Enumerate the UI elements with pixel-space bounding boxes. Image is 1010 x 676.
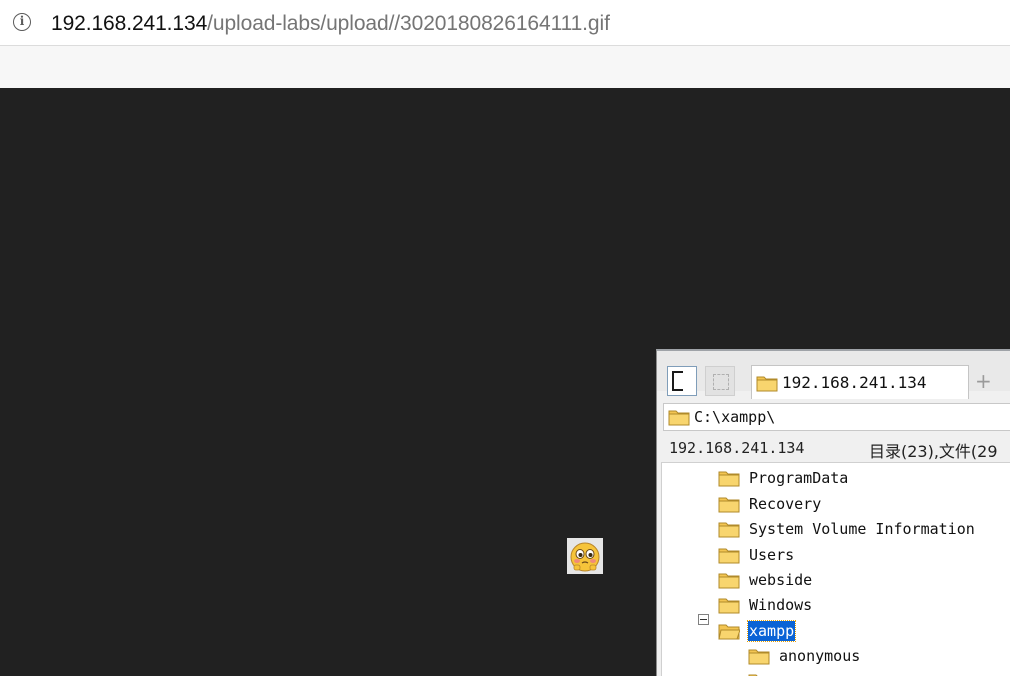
collapse-toggle-xampp[interactable] bbox=[698, 614, 709, 625]
status-counts: 目录(23),文件(29 bbox=[869, 442, 998, 461]
tree-item-programdata[interactable]: ProgramData bbox=[718, 466, 849, 490]
path-text: C:\xampp\ bbox=[694, 408, 776, 426]
info-icon[interactable]: i bbox=[13, 13, 31, 31]
folder-icon bbox=[748, 674, 758, 676]
status-host: 192.168.241.134 bbox=[669, 439, 805, 457]
tree-item-recovery[interactable]: Recovery bbox=[718, 492, 822, 516]
tree-item-xampp[interactable]: xampp bbox=[718, 619, 797, 643]
file-manager-window: 192.168.241.134 + C:\xampp\ 192.168.241.… bbox=[656, 349, 1010, 676]
tab-bar: 192.168.241.134 + bbox=[657, 351, 1010, 399]
url-path: /upload-labs/upload//3020180826164111.gi… bbox=[207, 12, 610, 35]
folder-icon bbox=[756, 376, 778, 391]
folder-icon bbox=[718, 471, 740, 487]
folder-icon bbox=[718, 522, 740, 538]
path-field[interactable]: C:\xampp\ bbox=[663, 403, 1010, 431]
status-bar: 192.168.241.134 目录(23),文件(29 bbox=[657, 435, 1010, 463]
open-folder-icon bbox=[718, 624, 740, 640]
blushing-face-emoji-icon bbox=[567, 538, 603, 574]
tree-item-system-volume-information[interactable]: System Volume Information bbox=[718, 517, 976, 541]
url-text[interactable]: 192.168.241.134/upload-labs/upload//3020… bbox=[51, 11, 610, 37]
address-bar[interactable]: i 192.168.241.134/upload-labs/upload//30… bbox=[0, 0, 1010, 46]
tree-item-label: anonymous bbox=[779, 647, 861, 665]
tab-label: 192.168.241.134 bbox=[782, 373, 927, 392]
tree-item-anonymous[interactable]: anonymous bbox=[748, 644, 861, 668]
panel-placeholder-button[interactable] bbox=[705, 366, 735, 396]
page-viewport: 192.168.241.134 + C:\xampp\ 192.168.241.… bbox=[0, 88, 1010, 676]
tree-item-users[interactable]: Users bbox=[718, 543, 795, 567]
browser-toolbar-strip bbox=[0, 46, 1010, 88]
folder-icon bbox=[668, 410, 690, 426]
folder-icon bbox=[718, 598, 740, 614]
tree-item-label: Windows bbox=[749, 596, 813, 614]
tree-item-label: ProgramData bbox=[749, 469, 849, 487]
folder-icon bbox=[718, 573, 740, 589]
tree-item-label: Recovery bbox=[749, 495, 822, 513]
tree-item-label: webside bbox=[749, 571, 813, 589]
tree-item-label: Users bbox=[749, 546, 795, 564]
tab-remote-host[interactable]: 192.168.241.134 bbox=[751, 365, 969, 399]
panel-toggle-button[interactable] bbox=[667, 366, 697, 396]
tree-item-label: xampp bbox=[746, 620, 797, 642]
tree-item-label: System Volume Information bbox=[749, 520, 975, 538]
folder-tree: ProgramData Recovery System Volume Infor… bbox=[661, 462, 1010, 676]
tree-item-webside[interactable]: webside bbox=[718, 568, 813, 592]
url-host: 192.168.241.134 bbox=[51, 12, 208, 35]
add-tab-button[interactable]: + bbox=[975, 367, 992, 395]
folder-icon bbox=[718, 497, 740, 513]
tree-item-partial[interactable] bbox=[748, 669, 770, 676]
folder-icon bbox=[748, 649, 770, 665]
folder-icon bbox=[718, 548, 740, 564]
tree-item-windows[interactable]: Windows bbox=[718, 593, 813, 617]
